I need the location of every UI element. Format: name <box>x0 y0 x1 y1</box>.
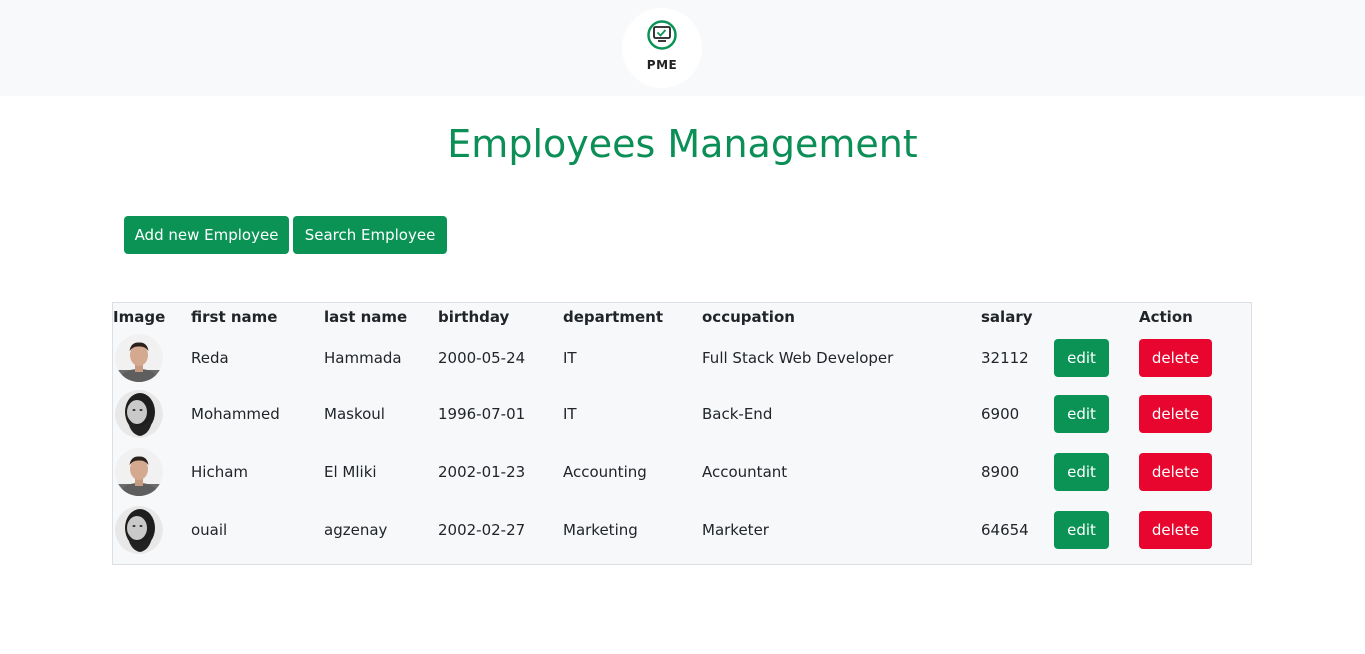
cell-department: IT <box>563 349 577 367</box>
table-row: Mohammed Maskoul 1996-07-01 IT Back-End … <box>113 385 1251 443</box>
cell-occupation: Back-End <box>702 405 773 423</box>
delete-button[interactable]: delete <box>1139 339 1212 377</box>
cell-occupation: Accountant <box>702 463 788 481</box>
column-header-last-name: last name <box>324 308 408 326</box>
table-header-row: Image first name last name birthday depa… <box>113 303 1251 331</box>
column-header-birthday: birthday <box>438 308 510 326</box>
cell-last-name: agzenay <box>324 521 388 539</box>
cell-department: IT <box>563 405 577 423</box>
edit-button[interactable]: edit <box>1054 453 1109 491</box>
cell-occupation: Marketer <box>702 521 769 539</box>
cell-birthday: 2000-05-24 <box>438 349 526 367</box>
edit-button[interactable]: edit <box>1054 511 1109 549</box>
cell-last-name: Hammada <box>324 349 402 367</box>
top-navbar: PME <box>0 0 1365 96</box>
monitor-check-icon <box>647 20 677 50</box>
cell-birthday: 1996-07-01 <box>438 405 526 423</box>
column-header-occupation: occupation <box>702 308 795 326</box>
cell-salary: 32112 <box>981 349 1029 367</box>
logo-text: PME <box>646 58 678 72</box>
cell-occupation: Full Stack Web Developer <box>702 349 894 367</box>
cell-last-name: El Mliki <box>324 463 377 481</box>
cell-salary: 6900 <box>981 405 1020 423</box>
column-header-first-name: first name <box>191 308 278 326</box>
add-employee-button[interactable]: Add new Employee <box>124 216 289 254</box>
delete-button[interactable]: delete <box>1139 453 1212 491</box>
column-header-edit <box>1054 303 1139 331</box>
column-header-department: department <box>563 308 663 326</box>
table-row: ouail agzenay 2002-02-27 Marketing Marke… <box>113 501 1251 559</box>
cell-first-name: ouail <box>191 521 228 539</box>
cell-department: Accounting <box>563 463 647 481</box>
column-header-salary: salary <box>981 308 1033 326</box>
cell-birthday: 2002-01-23 <box>438 463 526 481</box>
column-header-action: Action <box>1139 308 1193 326</box>
cell-first-name: Reda <box>191 349 229 367</box>
cell-first-name: Hicham <box>191 463 249 481</box>
cell-salary: 64654 <box>981 521 1029 539</box>
table-row: Reda Hammada 2000-05-24 IT Full Stack We… <box>113 331 1251 385</box>
delete-button[interactable]: delete <box>1139 395 1212 433</box>
cell-department: Marketing <box>563 521 638 539</box>
edit-button[interactable]: edit <box>1054 339 1109 377</box>
cell-birthday: 2002-02-27 <box>438 521 526 539</box>
table-row: Hicham El Mliki 2002-01-23 Accounting Ac… <box>113 443 1251 501</box>
avatar-young-man <box>115 448 163 496</box>
cell-salary: 8900 <box>981 463 1020 481</box>
column-header-image: Image <box>113 308 166 326</box>
employees-table: Image first name last name birthday depa… <box>112 302 1252 565</box>
page-title: Employees Management <box>447 122 918 166</box>
avatar-bearded-man <box>115 390 163 438</box>
search-employee-button[interactable]: Search Employee <box>293 216 447 254</box>
avatar-young-man <box>115 334 163 382</box>
cell-last-name: Maskoul <box>324 405 385 423</box>
edit-button[interactable]: edit <box>1054 395 1109 433</box>
delete-button[interactable]: delete <box>1139 511 1212 549</box>
avatar-bearded-man <box>115 506 163 554</box>
logo[interactable]: PME <box>622 8 702 88</box>
cell-first-name: Mohammed <box>191 405 280 423</box>
